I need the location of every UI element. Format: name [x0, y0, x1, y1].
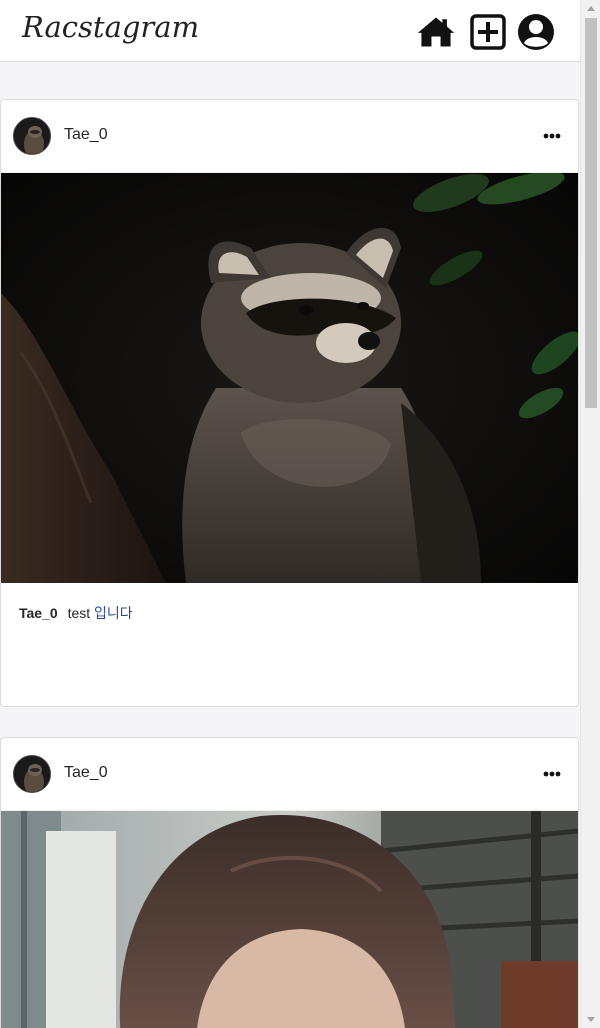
more-options-icon[interactable] — [538, 122, 566, 150]
profile-icon[interactable] — [516, 12, 556, 52]
more-options-icon[interactable] — [538, 760, 566, 788]
raccoon-image — [1, 173, 578, 583]
avatar[interactable] — [13, 755, 51, 793]
add-post-icon[interactable] — [468, 12, 508, 52]
top-navbar: Racstagram — [0, 0, 580, 62]
post-card: Tae_0 — [0, 737, 579, 1028]
caption-username[interactable]: Tae_0 — [19, 605, 58, 621]
post-header: Tae_0 — [1, 100, 578, 173]
caption-text-korean: 입니다 — [94, 605, 133, 621]
scrollbar-thumb[interactable] — [585, 18, 597, 408]
post-username[interactable]: Tae_0 — [64, 126, 108, 144]
post-username[interactable]: Tae_0 — [64, 764, 108, 782]
scroll-down-arrow-icon[interactable] — [581, 1011, 600, 1028]
feed-viewport[interactable]: Racstagram Tae_0 Tae_0 test 입니다 Tae_0 — [0, 0, 580, 1028]
avatar[interactable] — [13, 117, 51, 155]
post-card: Tae_0 — [0, 99, 579, 707]
post-image[interactable] — [1, 811, 578, 1028]
home-icon[interactable] — [416, 12, 456, 52]
post-image[interactable] — [1, 173, 578, 583]
post-caption: Tae_0 test 입니다 — [1, 583, 578, 623]
caption-text: test — [67, 605, 91, 621]
scroll-up-arrow-icon[interactable] — [581, 0, 600, 17]
app-logo[interactable]: Racstagram — [22, 10, 199, 44]
vertical-scrollbar[interactable] — [580, 0, 600, 1028]
post-header: Tae_0 — [1, 738, 578, 811]
person-image — [1, 811, 578, 1028]
